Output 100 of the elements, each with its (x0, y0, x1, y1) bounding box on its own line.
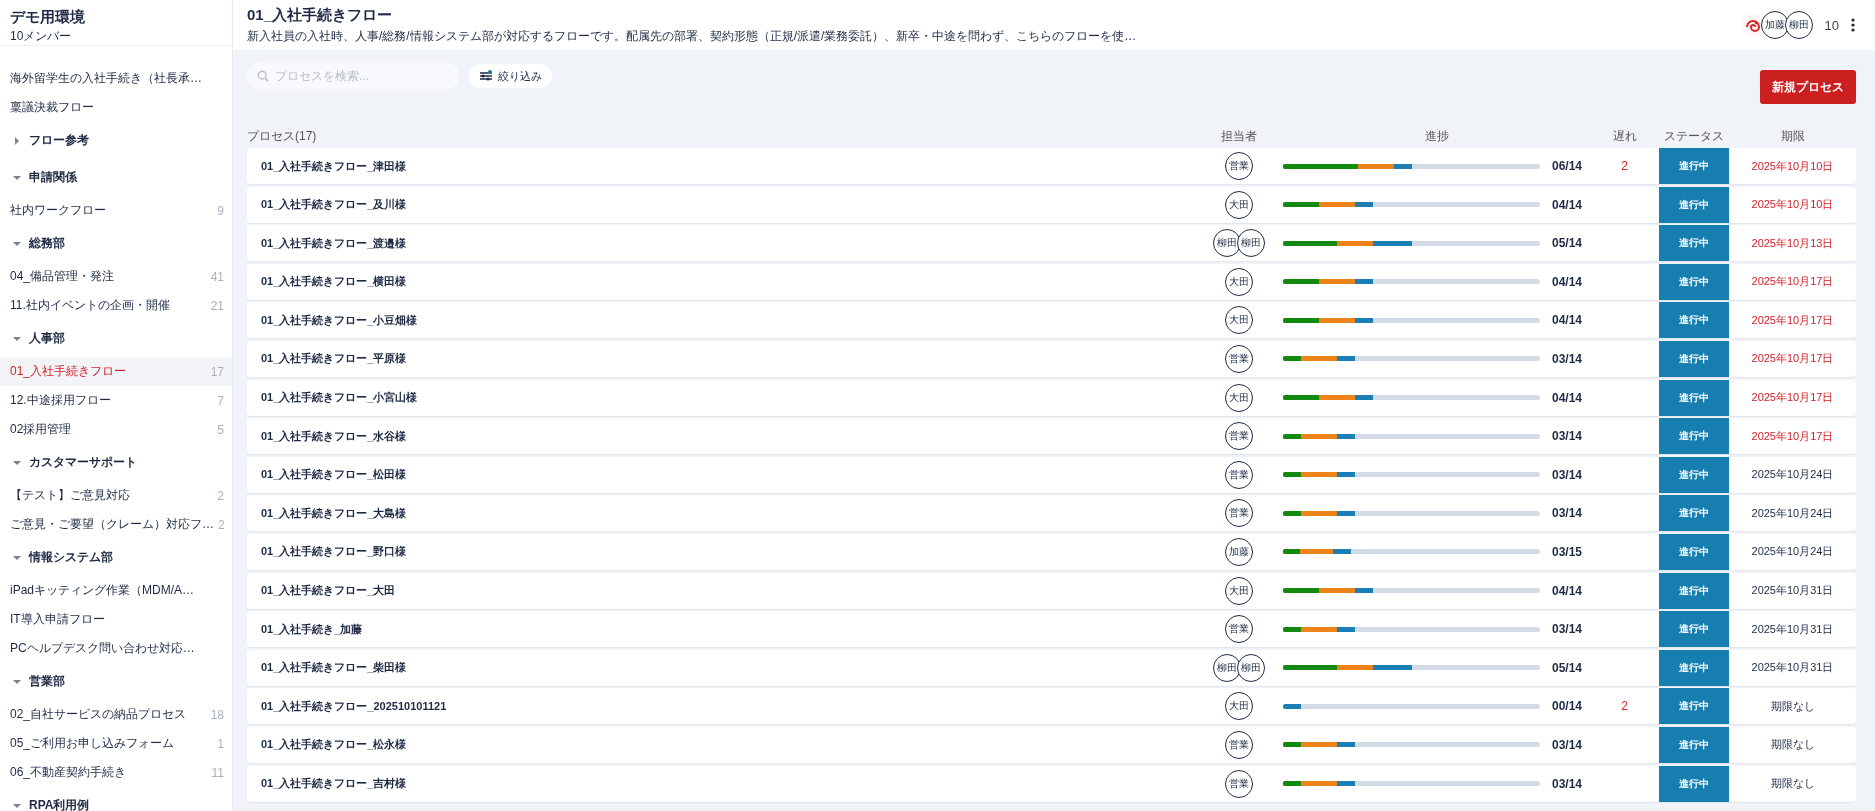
sidebar-item[interactable]: 社内ワークフロー 9 (0, 196, 232, 225)
more-icon[interactable] (1851, 18, 1855, 32)
status-badge: 進行中 (1659, 456, 1729, 493)
sidebar-item[interactable]: 02採用管理 5 (0, 415, 232, 444)
due-date: 期限なし (1770, 737, 1815, 753)
sidebar-item[interactable]: 01_入社手続きフロー 17 (0, 357, 232, 386)
process-row[interactable]: 01_入社手続きフロー_松永様 営業 03/14 進行中 期限なし (247, 726, 1856, 763)
process-name: 01_入社手続きフロー_小豆畑様 (261, 312, 418, 328)
process-name: 01_入社手続きフロー_及川様 (261, 197, 407, 213)
sidebar-item[interactable]: PCヘルプデスク問い合わせ対応… (0, 634, 232, 663)
sidebar-group[interactable]: フロー参考 (0, 122, 232, 159)
progress-count: 03/14 (1552, 351, 1583, 366)
process-row[interactable]: 01_入社手続きフロー_202510101121 大田 00/14 2 進行中 期限なし (247, 688, 1856, 725)
process-row[interactable]: 01_入社手続きフロー_松田様 営業 03/14 進行中 2025年10月24日 (247, 456, 1856, 493)
process-row[interactable]: 01_入社手続きフロー_平原様 営業 03/14 進行中 2025年10月17日 (247, 340, 1856, 377)
status-badge: 進行中 (1659, 649, 1729, 686)
progress-count: 04/14 (1552, 274, 1583, 289)
due-date: 2025年10月17日 (1751, 428, 1834, 444)
assignee-avatar: 営業 (1225, 499, 1253, 528)
process-row[interactable]: 01_入社手続きフロー_大島様 営業 03/14 進行中 2025年10月24日 (247, 495, 1856, 532)
assignee-avatar: 営業 (1225, 422, 1253, 451)
sidebar-item[interactable]: 02_自社サービスの納品プロセス 18 (0, 700, 232, 729)
process-row[interactable]: 01_入社手続き_加藤 営業 03/14 進行中 2025年10月31日 (247, 611, 1856, 648)
assignee-avatar: 大田 (1225, 267, 1253, 296)
search-icon (257, 70, 269, 82)
due-date: 2025年10月31日 (1751, 621, 1834, 637)
sidebar-item[interactable]: 05_ご利用お申し込みフォーム 1 (0, 729, 232, 758)
process-row[interactable]: 01_入社手続きフロー_及川様 大田 04/14 進行中 2025年10月10日 (247, 186, 1856, 223)
status-badge: 進行中 (1659, 765, 1729, 802)
process-name: 01_入社手続きフロー_津田様 (261, 158, 407, 174)
progress-count: 03/14 (1552, 467, 1583, 482)
process-row[interactable]: 01_入社手続きフロー_小豆畑様 大田 04/14 進行中 2025年10月17日 (247, 302, 1856, 339)
sidebar-item[interactable]: 04_備品管理・発注 41 (0, 262, 232, 291)
due-date: 2025年10月17日 (1751, 351, 1834, 367)
process-row[interactable]: 01_入社手続きフロー_津田様 営業 06/14 2 進行中 2025年10月10日 (247, 148, 1856, 184)
column-header: プロセス(17) (247, 127, 318, 145)
sidebar-item[interactable]: IT導入申請フロー (0, 605, 232, 634)
process-row[interactable]: 01_入社手続きフロー_大田 大田 04/14 進行中 2025年10月31日 (247, 572, 1856, 609)
sidebar-item[interactable]: iPadキッティング作業（MDM/A… (0, 576, 232, 605)
due-date: 2025年10月31日 (1751, 583, 1834, 599)
assignee-avatar: 柳田 (1213, 653, 1241, 682)
process-name: 01_入社手続きフロー_松永様 (261, 737, 407, 753)
progress-count: 05/14 (1552, 236, 1583, 251)
process-name: 01_入社手続き_加藤 (261, 621, 363, 637)
process-row[interactable]: 01_入社手続きフロー_横田様 大田 04/14 進行中 2025年10月17日 (247, 263, 1856, 300)
due-date: 2025年10月17日 (1751, 312, 1834, 328)
assignee-avatar: 営業 (1225, 344, 1253, 373)
delay-count: 2 (1621, 699, 1628, 714)
process-name: 01_入社手続きフロー_柴田様 (261, 660, 407, 676)
page-description: 新入社員の入社時、人事/総務/情報システム部が対応するフローです。配属先の部署、契約形態（正規/派遣/業務委託）、新卒・中途を問わず、こちらのフローを使… (247, 27, 1138, 45)
sidebar-item[interactable]: 12.中途採用フロー 7 (0, 386, 232, 415)
progress-count: 04/14 (1552, 313, 1583, 328)
process-row[interactable]: 01_入社手続きフロー_吉村様 営業 03/14 進行中 期限なし (247, 765, 1856, 802)
status-badge: 進行中 (1659, 533, 1729, 570)
status-badge: 進行中 (1659, 225, 1729, 262)
progress-count: 04/14 (1552, 390, 1583, 405)
assignee-avatar: 柳田 (1213, 229, 1241, 258)
process-row[interactable]: 01_入社手続きフロー_柴田様 柳田 柳田 05/14 進行中 2025年10月31日 (247, 649, 1856, 686)
process-name: 01_入社手続きフロー_渡邉様 (261, 235, 407, 251)
progress-count: 03/14 (1552, 622, 1583, 637)
sidebar-group[interactable]: 総務部 (0, 225, 232, 262)
process-row[interactable]: 01_入社手続きフロー_野口様 加藤 03/15 進行中 2025年10月24日 (247, 533, 1856, 570)
new-process-button[interactable]: 新規プロセス (1760, 70, 1856, 104)
process-name: 01_入社手続きフロー_小宮山様 (261, 390, 418, 406)
status-badge: 進行中 (1659, 572, 1729, 609)
sidebar-item[interactable]: ご意見・ご要望（クレーム）対応フ… 2 (0, 510, 232, 539)
sidebar-item[interactable]: 【テスト】ご意見対応 2 (0, 481, 232, 510)
assignee-avatar: 柳田 (1237, 229, 1265, 258)
sidebar-item[interactable]: 稟議決裁フロー (0, 93, 232, 122)
progress-count: 04/14 (1552, 197, 1583, 212)
assignee-avatar: 大田 (1225, 306, 1253, 335)
assignee-avatar: 営業 (1225, 769, 1253, 798)
sidebar-group[interactable]: カスタマーサポート (0, 444, 232, 481)
status-badge: 進行中 (1659, 379, 1729, 416)
progress-count: 05/14 (1552, 660, 1583, 675)
due-date: 2025年10月10日 (1751, 197, 1834, 213)
process-name: 01_入社手続きフロー_横田様 (261, 274, 407, 290)
sidebar-group[interactable]: 情報システム部 (0, 539, 232, 576)
status-badge: 進行中 (1659, 726, 1729, 763)
sidebar-item[interactable]: 06_不動産契約手続き 11 (0, 758, 232, 787)
process-name: 01_入社手続きフロー_吉村様 (261, 776, 407, 791)
sidebar-group[interactable]: 営業部 (0, 663, 232, 700)
due-date: 2025年10月17日 (1751, 274, 1834, 290)
status-badge: 進行中 (1659, 263, 1729, 300)
assignee-avatar: 営業 (1225, 615, 1253, 644)
process-row[interactable]: 01_入社手続きフロー_渡邉様 柳田 柳田 05/14 進行中 2025年10月13日 (247, 225, 1856, 262)
assignee-avatar: 柳田 (1237, 653, 1265, 682)
process-name: 01_入社手続きフロー_水谷様 (261, 428, 407, 444)
sidebar-item[interactable]: 海外留学生の入社手続き（社長承… (0, 64, 232, 93)
sidebar-group[interactable]: 申請関係 (0, 159, 232, 196)
column-header: 期限 (1779, 127, 1806, 145)
process-row[interactable]: 01_入社手続きフロー_小宮山様 大田 04/14 進行中 2025年10月17日 (247, 379, 1856, 416)
sidebar-item[interactable]: 11.社内イベントの企画・開催 21 (0, 291, 232, 320)
status-badge: 進行中 (1659, 186, 1729, 223)
sidebar-group[interactable]: 人事部 (0, 320, 232, 357)
process-row[interactable]: 01_入社手続きフロー_水谷様 営業 03/14 進行中 2025年10月17日 (247, 418, 1856, 455)
status-badge: 進行中 (1659, 340, 1729, 377)
sidebar-group[interactable]: RPA利用例 (0, 787, 232, 811)
filter-button[interactable]: 絞り込み (469, 64, 552, 88)
assignee-avatar: 営業 (1225, 152, 1253, 180)
